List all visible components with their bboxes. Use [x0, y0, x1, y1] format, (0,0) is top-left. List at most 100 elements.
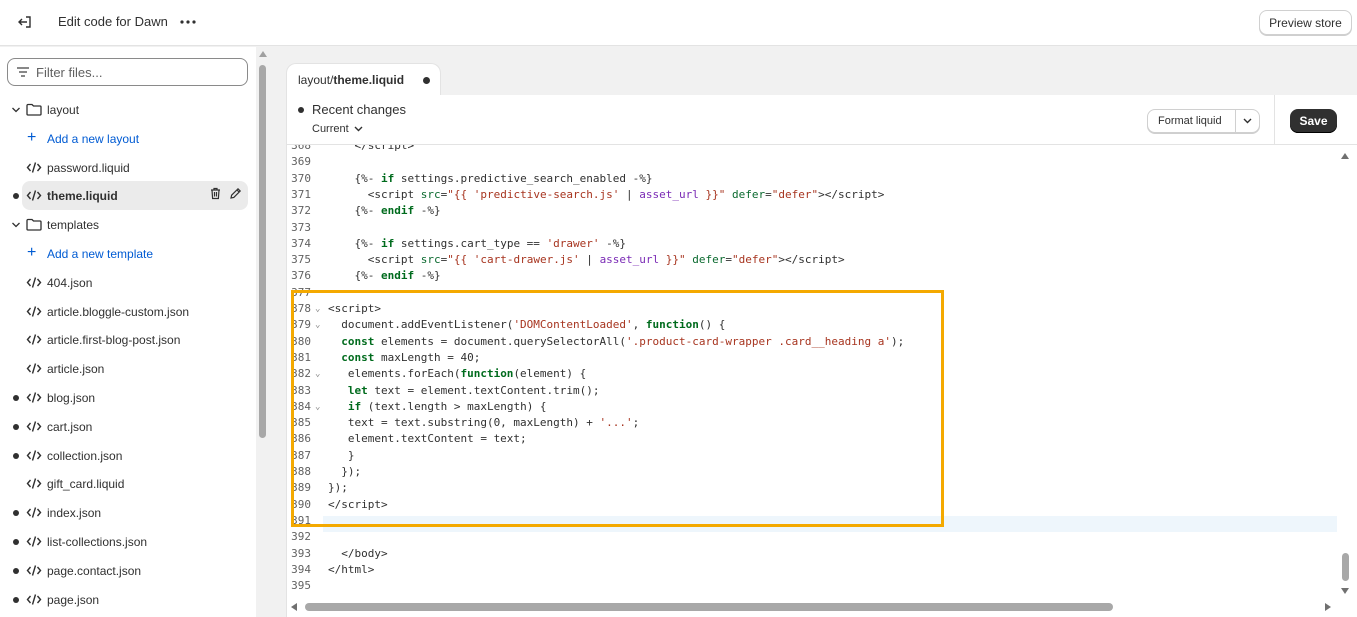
- filter-field[interactable]: [7, 58, 248, 86]
- file-item-collection-json[interactable]: collection.json: [0, 441, 255, 470]
- code-file-icon: [26, 477, 42, 490]
- version-select[interactable]: Current: [312, 123, 363, 135]
- save-button[interactable]: Save: [1290, 109, 1337, 133]
- tree-item-label: Add a new layout: [47, 131, 140, 146]
- file-item-article-first-blog-post-json[interactable]: article.first-blog-post.json: [0, 325, 255, 354]
- code-text: <script src="{{ 'predictive-search.js' |…: [328, 187, 885, 201]
- code-line[interactable]: 376 {%- endif -%}: [287, 268, 1337, 284]
- code-file-icon: [26, 564, 42, 577]
- code-file-icon: [26, 161, 42, 174]
- scroll-down-arrow[interactable]: [1341, 588, 1349, 594]
- tree-item-label: collection.json: [47, 448, 123, 463]
- file-item-article-bloggle-custom-json[interactable]: article.bloggle-custom.json: [0, 297, 255, 326]
- file-item-blog-json[interactable]: blog.json: [0, 383, 255, 412]
- code-text: </body>: [328, 546, 388, 560]
- format-liquid-button[interactable]: Format liquid: [1148, 115, 1235, 127]
- toolbar-divider: [1274, 95, 1275, 145]
- file-item-cart-json[interactable]: cart.json: [0, 412, 255, 441]
- sidebar-scrollbar[interactable]: [256, 47, 270, 617]
- code-file-icon: [26, 535, 42, 548]
- line-number: 369: [291, 155, 311, 169]
- code-line[interactable]: 393 </body>: [287, 546, 1337, 562]
- file-item-gift-card-liquid[interactable]: gift_card.liquid: [0, 469, 255, 498]
- code-line[interactable]: 372 {%- endif -%}: [287, 203, 1337, 219]
- file-item-password-liquid[interactable]: password.liquid: [0, 153, 255, 182]
- tab-theme-liquid[interactable]: layout/theme.liquid: [286, 63, 441, 96]
- line-number: 374: [291, 236, 311, 250]
- add-a-new-layout-link[interactable]: + Add a new layout: [0, 124, 255, 153]
- format-options-chevron-icon[interactable]: [1235, 110, 1259, 132]
- folder-templates[interactable]: templates: [0, 210, 255, 239]
- file-item-article-json[interactable]: article.json: [0, 354, 255, 383]
- scroll-up-arrow[interactable]: [259, 51, 267, 57]
- code-file-icon: [26, 449, 42, 462]
- tree-item-label: list-collections.json: [47, 534, 148, 549]
- chevron-down-icon[interactable]: [10, 219, 22, 231]
- preview-store-button[interactable]: Preview store: [1259, 10, 1352, 35]
- code-text: {%- if settings.predictive_search_enable…: [328, 171, 653, 185]
- line-number: 375: [291, 253, 311, 267]
- code-line[interactable]: 373: [287, 220, 1337, 236]
- modified-dot: [13, 423, 19, 430]
- chevron-down-icon[interactable]: [10, 104, 22, 116]
- filter-files-input[interactable]: [36, 64, 236, 80]
- delete-icon[interactable]: [209, 187, 222, 203]
- file-item-404-json[interactable]: 404.json: [0, 268, 255, 297]
- editor-horizontal-scroll-thumb[interactable]: [305, 603, 1113, 611]
- editor-toolbar: Recent changes Current Format liquid Sav…: [287, 95, 1357, 145]
- exit-icon[interactable]: [14, 11, 36, 33]
- code-text: {%- endif -%}: [328, 204, 441, 218]
- highlight-annotation-box: [291, 290, 944, 527]
- code-line[interactable]: 370 {%- if settings.predictive_search_en…: [287, 171, 1337, 187]
- scroll-left-arrow[interactable]: [291, 603, 297, 611]
- line-number: 373: [291, 220, 311, 234]
- scroll-right-arrow[interactable]: [1325, 603, 1331, 611]
- rename-pencil-icon[interactable]: [229, 187, 242, 203]
- line-number: 395: [291, 579, 311, 593]
- line-number: 368: [291, 145, 311, 152]
- file-item-list-collections-json[interactable]: list-collections.json: [0, 527, 255, 556]
- code-file-icon: [26, 276, 42, 289]
- editor-horizontal-scrollbar[interactable]: [287, 600, 1337, 614]
- code-line[interactable]: 369: [287, 154, 1337, 170]
- code-editor: Recent changes Current Format liquid Sav…: [286, 95, 1357, 617]
- editor-vertical-scroll-thumb[interactable]: [1342, 553, 1349, 581]
- code-line[interactable]: 374 {%- if settings.cart_type == 'drawer…: [287, 236, 1337, 252]
- code-line[interactable]: 371 <script src="{{ 'predictive-search.j…: [287, 187, 1337, 203]
- file-item-page-contact-json[interactable]: page.contact.json: [0, 556, 255, 585]
- line-number: 372: [291, 204, 311, 218]
- code-file-icon: [26, 189, 42, 202]
- code-line[interactable]: 394 </html>: [287, 562, 1337, 578]
- code-file-icon: [26, 305, 42, 318]
- tree-item-label: page.json: [47, 592, 100, 607]
- tree-item-label: templates: [47, 218, 100, 233]
- file-item-page-json[interactable]: page.json: [0, 585, 255, 614]
- editor-vertical-scrollbar[interactable]: [1339, 151, 1353, 601]
- tree-item-label: Add a new template: [47, 246, 154, 261]
- scroll-up-arrow[interactable]: [1341, 153, 1349, 159]
- tree-item-label: password.liquid: [47, 160, 130, 175]
- code-line[interactable]: 392: [287, 529, 1337, 545]
- tree-item-label: layout: [47, 103, 80, 117]
- file-tree: layout + Add a new layout password.liquid th…: [0, 95, 255, 613]
- code-file-icon: [26, 391, 42, 404]
- folder-layout[interactable]: layout: [0, 95, 255, 124]
- file-item-index-json[interactable]: index.json: [0, 498, 255, 527]
- modified-dot: [13, 510, 19, 517]
- version-current-label: Current: [312, 123, 349, 135]
- line-number: 370: [291, 171, 311, 185]
- more-actions-icon[interactable]: [178, 11, 198, 33]
- tree-item-label: article.json: [47, 362, 105, 377]
- code-line[interactable]: 375 <script src="{{ 'cart-drawer.js' | a…: [287, 252, 1337, 268]
- code-area[interactable]: 368 </script> 369 370 {%- if settings.pred…: [287, 145, 1357, 600]
- code-text: </html>: [328, 562, 375, 576]
- code-text: <script src="{{ 'cart-drawer.js' | asset…: [328, 253, 845, 267]
- modified-dot: [13, 394, 19, 401]
- code-line[interactable]: 368 </script>: [287, 145, 1337, 154]
- sidebar-scroll-thumb[interactable]: [259, 65, 266, 438]
- code-line[interactable]: 395: [287, 578, 1337, 594]
- add-a-new-template-link[interactable]: + Add a new template: [0, 239, 255, 268]
- file-item-theme-liquid[interactable]: theme.liquid: [13, 181, 248, 211]
- line-number: 392: [291, 530, 311, 544]
- code-file-icon: [26, 420, 42, 433]
